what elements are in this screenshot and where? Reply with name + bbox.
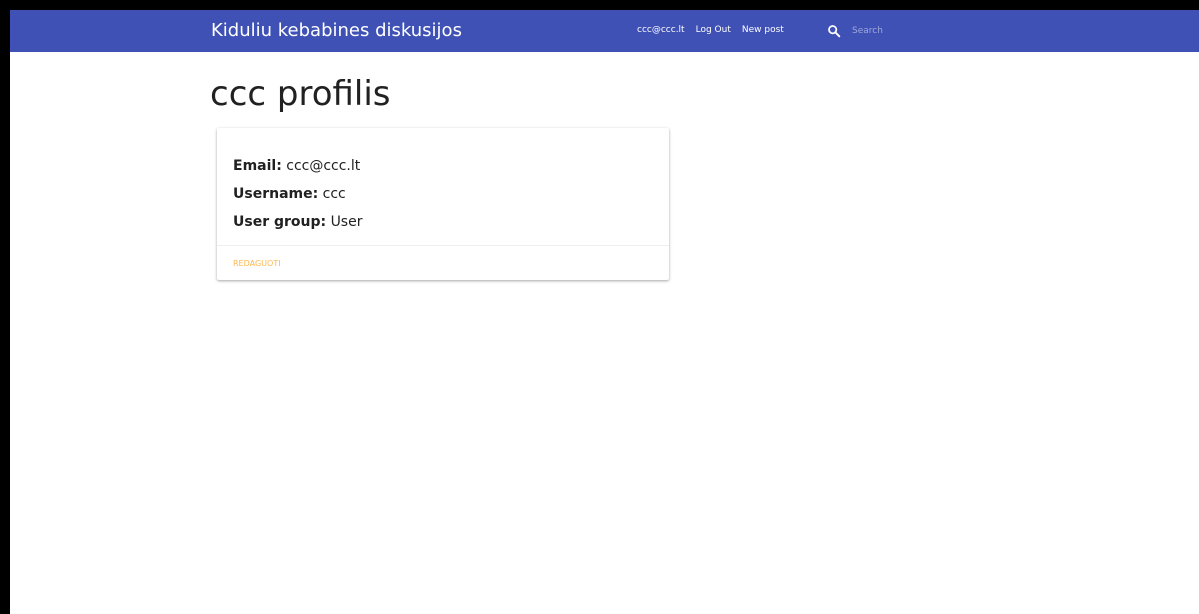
nav-user-email-link[interactable]: ccc@ccc.lt — [637, 24, 685, 36]
user-group-value: User — [330, 214, 363, 230]
username-row: Username: ccc — [233, 180, 362, 208]
page-title: ccc profilis — [210, 74, 391, 114]
username-value: ccc — [322, 186, 346, 202]
nav-links: ccc@ccc.lt Log Out New post — [637, 24, 795, 36]
search-icon[interactable] — [826, 23, 842, 39]
email-value: ccc@ccc.lt — [286, 158, 361, 174]
user-group-row: User group: User — [233, 208, 362, 236]
profile-details: Email: ccc@ccc.lt Username: ccc User gro… — [233, 152, 362, 236]
site-brand[interactable]: Kiduliu kebabines diskusijos — [211, 20, 462, 42]
top-navbar: Kiduliu kebabines diskusijos ccc@ccc.lt … — [10, 10, 1199, 52]
edit-profile-button[interactable]: REDAGUOTI — [233, 259, 281, 269]
username-label: Username: — [233, 186, 319, 202]
nav-new-post-link[interactable]: New post — [742, 24, 784, 36]
nav-logout-link[interactable]: Log Out — [696, 24, 731, 36]
card-divider — [217, 245, 669, 246]
search-input[interactable] — [852, 23, 972, 39]
email-label: Email: — [233, 158, 282, 174]
email-row: Email: ccc@ccc.lt — [233, 152, 362, 180]
search-bar — [826, 21, 972, 41]
app-window: Kiduliu kebabines diskusijos ccc@ccc.lt … — [10, 10, 1199, 614]
user-group-label: User group: — [233, 214, 327, 230]
profile-card: Email: ccc@ccc.lt Username: ccc User gro… — [217, 128, 669, 280]
